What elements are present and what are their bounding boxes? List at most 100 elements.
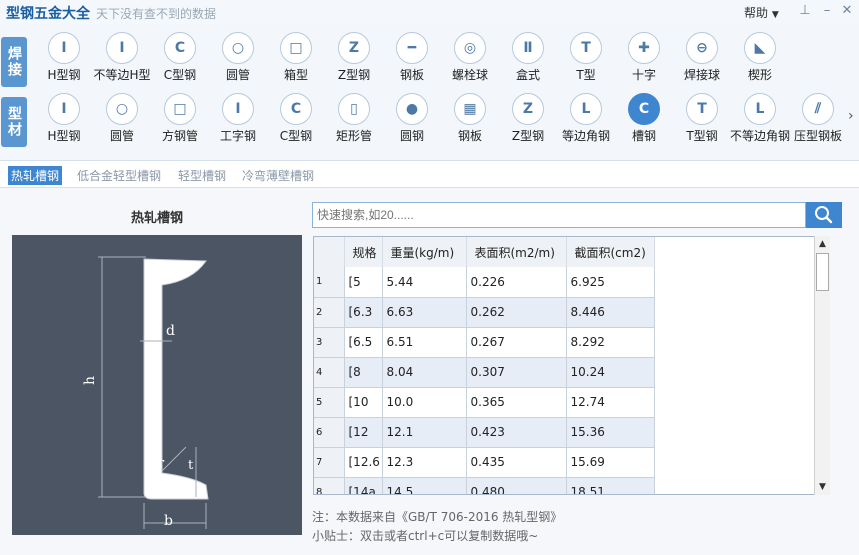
cell-spec[interactable]: [8 — [344, 357, 383, 388]
cell-surface-area[interactable]: 0.480 — [466, 477, 567, 494]
cell-surface-area[interactable]: 0.435 — [466, 447, 567, 478]
cell-surface-area[interactable]: 0.307 — [466, 357, 567, 388]
category-profile[interactable]: 型材 — [1, 97, 27, 147]
tool-item[interactable]: ⫽ 压型钢板 — [788, 91, 848, 143]
search-input[interactable] — [312, 202, 806, 228]
close-icon[interactable]: ✕ — [838, 2, 856, 20]
minimize-icon[interactable]: – — [818, 2, 836, 20]
tool-item[interactable]: C C型钢 — [266, 91, 326, 143]
scroll-down-icon[interactable]: ▼ — [815, 479, 830, 495]
tool-item[interactable]: Z Z型钢 — [324, 30, 384, 82]
cell-section-area[interactable]: 15.36 — [566, 417, 655, 448]
cell-section-area[interactable]: 12.74 — [566, 387, 655, 418]
cell-spec[interactable]: [6.5 — [344, 327, 383, 358]
pin-icon[interactable]: ⊥ — [796, 2, 814, 20]
tool-item[interactable]: ◎ 螺栓球 — [440, 30, 500, 82]
category-welded[interactable]: 焊接 — [1, 37, 27, 87]
chevron-down-icon: ▼ — [771, 10, 779, 20]
cell-section-area[interactable]: 10.24 — [566, 357, 655, 388]
table-scrollbar[interactable]: ▲ ▼ — [814, 236, 830, 495]
table-row[interactable]: 4 [8 8.04 0.307 10.24 — [314, 357, 655, 388]
tool-item[interactable]: C 槽钢 — [614, 91, 674, 143]
search-button[interactable] — [806, 202, 842, 228]
tool-item[interactable]: ● 圆钢 — [382, 91, 442, 143]
table-row[interactable]: 1 [5 5.44 0.226 6.925 — [314, 267, 655, 298]
tool-item[interactable]: ▦ 钢板 — [440, 91, 500, 143]
table-row[interactable]: 7 [12.6 12.3 0.435 15.69 — [314, 447, 655, 478]
scroll-up-icon[interactable]: ▲ — [815, 236, 830, 252]
profile-icon: ● — [396, 93, 428, 125]
app-slogan: 天下没有查不到的数据 — [96, 7, 217, 21]
cell-section-area[interactable]: 18.51 — [566, 477, 655, 494]
table-row[interactable]: 8 [14a 14.5 0.480 18.51 — [314, 477, 655, 494]
tool-item[interactable]: I 工字钢 — [208, 91, 268, 143]
cell-surface-area[interactable]: 0.423 — [466, 417, 567, 448]
cell-section-area[interactable]: 15.69 — [566, 447, 655, 478]
profile-icon: ○ — [106, 93, 138, 125]
cell-weight[interactable]: 12.1 — [382, 417, 467, 448]
tool-item[interactable]: ✚ 十字 — [614, 30, 674, 82]
cell-weight[interactable]: 6.63 — [382, 297, 467, 328]
tool-item[interactable]: □ 箱型 — [266, 30, 326, 82]
tool-item[interactable]: ○ 圆管 — [92, 91, 152, 143]
tool-item[interactable]: ━ 钢板 — [382, 30, 442, 82]
cell-weight[interactable]: 10.0 — [382, 387, 467, 418]
tool-item[interactable]: ⊖ 焊接球 — [672, 30, 732, 82]
subtab-low-alloy[interactable]: 低合金轻型槽钢 — [74, 166, 164, 185]
column-header-section-area[interactable]: 截面积(cm2) — [566, 237, 655, 267]
table-row[interactable]: 6 [12 12.1 0.423 15.36 — [314, 417, 655, 448]
table-row[interactable]: 3 [6.5 6.51 0.267 8.292 — [314, 327, 655, 358]
table-row[interactable]: 2 [6.3 6.63 0.262 8.446 — [314, 297, 655, 328]
tool-item[interactable]: I H型钢 — [34, 30, 94, 82]
subtab-light[interactable]: 轻型槽钢 — [175, 166, 229, 185]
cell-spec[interactable]: [6.3 — [344, 297, 383, 328]
channel-diagram: h d b r t — [12, 235, 302, 535]
cell-surface-area[interactable]: 0.267 — [466, 327, 567, 358]
tool-item[interactable]: T T型 — [556, 30, 616, 82]
cell-spec[interactable]: [14a — [344, 477, 383, 494]
tool-item[interactable]: Z Z型钢 — [498, 91, 558, 143]
tool-item[interactable]: C C型钢 — [150, 30, 210, 82]
cell-weight[interactable]: 5.44 — [382, 267, 467, 298]
help-menu[interactable]: 帮助 ▼ — [744, 4, 779, 21]
tool-item[interactable]: ◣ 楔形 — [730, 30, 790, 82]
cell-weight[interactable]: 14.5 — [382, 477, 467, 494]
subtab-hot-rolled[interactable]: 热轧槽钢 — [8, 166, 63, 185]
tool-item[interactable]: □ 方钢管 — [150, 91, 210, 143]
column-header-weight[interactable]: 重量(kg/m) — [382, 237, 467, 267]
tool-item[interactable]: Ⅱ 盒式 — [498, 30, 558, 82]
column-header-spec[interactable]: 规格 — [344, 237, 383, 267]
profile-icon: ◣ — [744, 32, 776, 64]
cell-section-area[interactable]: 8.292 — [566, 327, 655, 358]
tool-item[interactable]: L 不等边角钢 — [730, 91, 790, 143]
column-header-surface-area[interactable]: 表面积(m2/m) — [466, 237, 567, 267]
cell-section-area[interactable]: 6.925 — [566, 267, 655, 298]
scroll-thumb[interactable] — [816, 253, 829, 291]
tool-label: 箱型 — [283, 68, 308, 82]
cell-surface-area[interactable]: 0.262 — [466, 297, 567, 328]
cell-surface-area[interactable]: 0.365 — [466, 387, 567, 418]
profile-icon: ⊖ — [686, 32, 718, 64]
tool-item[interactable]: ○ 圆管 — [208, 30, 268, 82]
chevron-right-icon[interactable]: › — [848, 108, 854, 124]
tool-item[interactable]: L 等边角钢 — [556, 91, 616, 143]
search-icon — [815, 206, 833, 224]
tool-item[interactable]: ▯ 矩形管 — [324, 91, 384, 143]
tool-item[interactable]: I H型钢 — [34, 91, 94, 143]
cell-weight[interactable]: 8.04 — [382, 357, 467, 388]
tool-label: 螺栓球 — [451, 68, 488, 82]
cell-weight[interactable]: 6.51 — [382, 327, 467, 358]
subtab-cold-formed[interactable]: 冷弯薄壁槽钢 — [239, 166, 317, 185]
cell-surface-area[interactable]: 0.226 — [466, 267, 567, 298]
cell-spec[interactable]: [10 — [344, 387, 383, 418]
table-row[interactable]: 5 [10 10.0 0.365 12.74 — [314, 387, 655, 418]
label-h: h — [82, 376, 98, 385]
tool-item[interactable]: I 不等边H型 — [92, 30, 152, 82]
cell-spec[interactable]: [12 — [344, 417, 383, 448]
data-grid[interactable]: 规格 重量(kg/m) 表面积(m2/m) 截面积(cm2) 1 [5 5.44 0.… — [313, 236, 830, 495]
cell-spec[interactable]: [12.6 — [344, 447, 383, 478]
cell-weight[interactable]: 12.3 — [382, 447, 467, 478]
tool-item[interactable]: T T型钢 — [672, 91, 732, 143]
cell-section-area[interactable]: 8.446 — [566, 297, 655, 328]
cell-spec[interactable]: [5 — [344, 267, 383, 298]
